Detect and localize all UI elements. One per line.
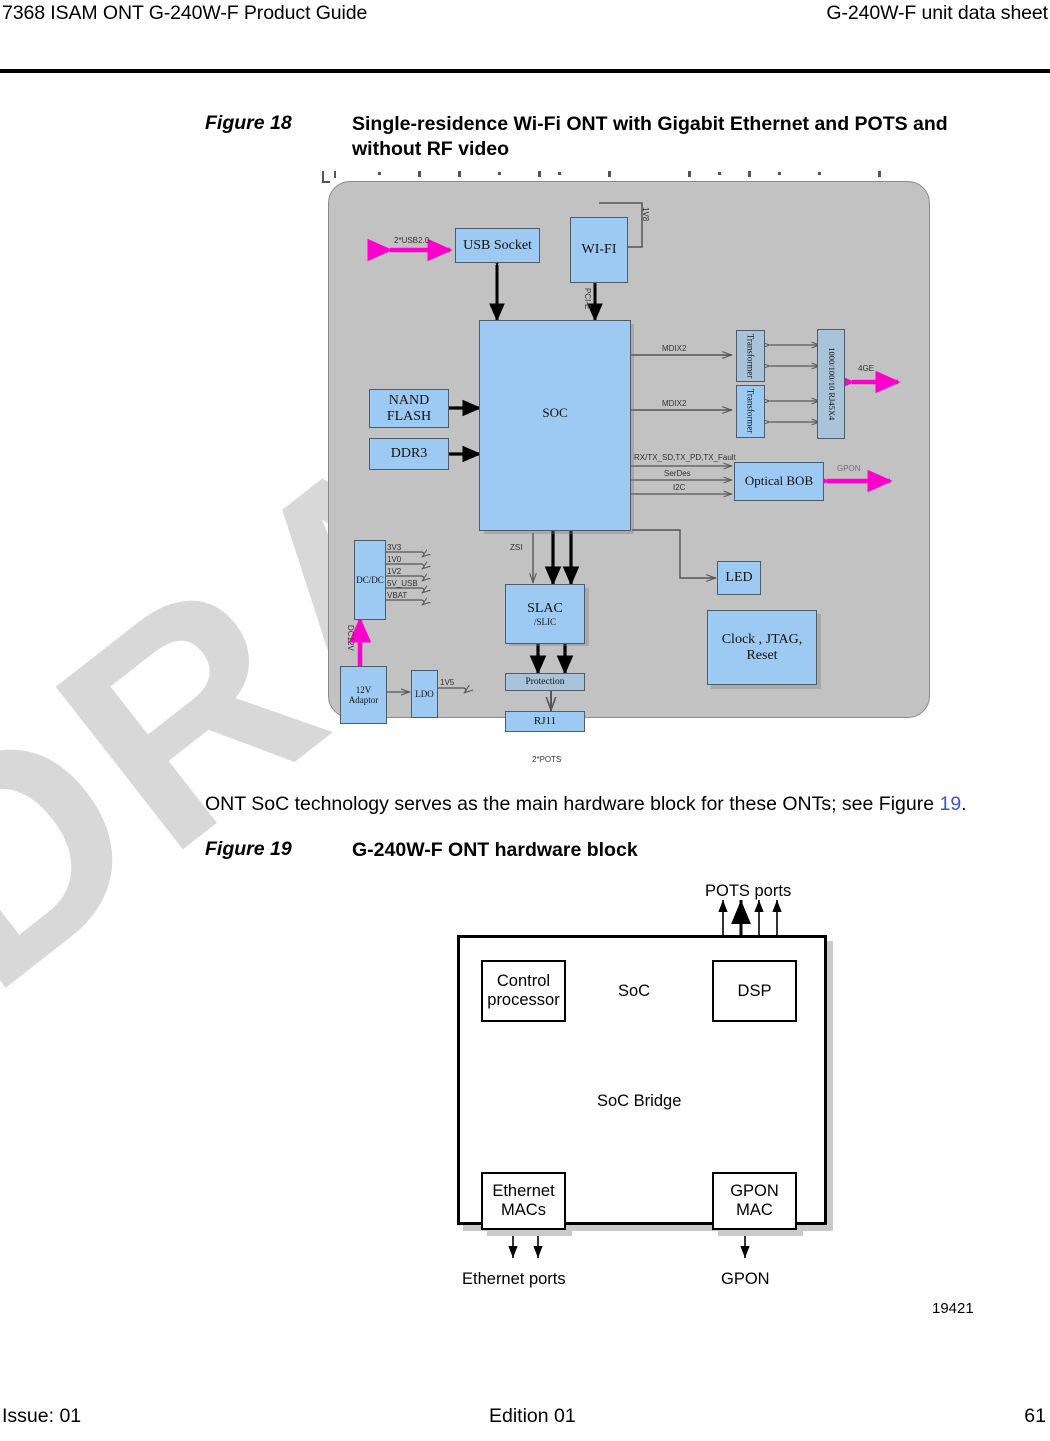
figure-19-diagram: Control processor SoC DSP SoC Bridge Eth… — [440, 882, 860, 1300]
footer-page-number: 61 — [1024, 1405, 1046, 1427]
label-zsi: ZSI — [510, 543, 523, 552]
block-optical-bob-label: Optical BOB — [744, 473, 814, 489]
block-dsp-label: DSP — [737, 981, 772, 1000]
figure-19-caption: Figure 19 G-240W-F ONT hardware block — [205, 838, 905, 863]
block-control-processor: Control processor — [481, 960, 566, 1022]
figure-19-graphic-number: 19421 — [932, 1300, 974, 1317]
label-rail-1v2: 1V2 — [387, 567, 402, 576]
figure-19-cross-reference[interactable]: 19 — [939, 793, 961, 815]
clipped-text-remnant — [322, 171, 881, 183]
figure-19-title: G-240W-F ONT hardware block — [352, 839, 638, 861]
block-wifi-label: WI-FI — [581, 242, 617, 258]
block-dc-dc: DC/DC — [354, 540, 386, 620]
block-transformer-2-label: Transformer — [745, 389, 756, 434]
block-protection: Protection — [505, 673, 585, 691]
block-rj45-ports: 1000/100/10 RJ45X4 — [817, 329, 845, 439]
block-gpon-mac-label-2: MAC — [736, 1201, 773, 1219]
block-transformer-1: Transformer — [736, 330, 765, 382]
soc-bridge-label: SoC Bridge — [597, 1092, 682, 1110]
label-4ge: 4GE — [858, 364, 875, 373]
label-rail-3v3: 3V3 — [387, 543, 402, 552]
block-led: LED — [717, 561, 761, 595]
block-soc-label: SOC — [542, 405, 568, 421]
block-rj11-label: RJ11 — [533, 715, 557, 728]
block-wifi: WI-FI — [570, 217, 628, 283]
header-document-title: 7368 ISAM ONT G-240W-F Product Guide — [2, 2, 368, 24]
label-i2c: I2C — [673, 483, 686, 492]
block-usb-socket: USB Socket — [455, 228, 540, 263]
label-rail-1v0: 1V0 — [387, 555, 402, 564]
figure-18-label: Figure 18 — [205, 112, 292, 134]
block-gpon-mac-label-1: GPON — [730, 1182, 779, 1201]
block-nand-flash-label-1: NAND — [388, 392, 430, 408]
block-optical-bob: Optical BOB — [734, 462, 824, 501]
label-wifi-power: 1V8 — [641, 207, 650, 222]
label-optical-signals: RX/TX_SD,TX_PD,TX_Fault — [634, 453, 736, 462]
figure-19-label: Figure 19 — [205, 838, 292, 860]
label-mdix2-bottom: MDIX2 — [662, 399, 687, 408]
block-slac-slic: SLAC /SLIC — [505, 584, 585, 644]
label-rail-vbat: VBAT — [387, 591, 408, 600]
block-slic-label: /SLIC — [533, 616, 556, 627]
header-rule — [0, 69, 1050, 73]
block-clock-jtag-reset: Clock , JTAG, Reset — [707, 610, 817, 685]
page-header: 7368 ISAM ONT G-240W-F Product Guide G-2… — [0, 0, 1050, 73]
block-ldo-label: LDO — [415, 688, 434, 699]
label-rail-5v-usb: 5V_USB — [387, 579, 418, 588]
block-usb-socket-label: USB Socket — [463, 237, 532, 253]
label-ldo-output: 1V5 — [440, 678, 455, 687]
block-12v-adaptor: 12V Adaptor — [340, 666, 387, 724]
block-slac-label: SLAC — [527, 601, 563, 617]
label-pcie: PCI-E — [583, 288, 592, 310]
block-ethernet-macs-label-2: MACs — [501, 1201, 546, 1219]
label-pots-ports: POTS ports — [705, 882, 792, 900]
figure-18-caption: Figure 18 Single-residence Wi-Fi ONT wit… — [205, 112, 1035, 162]
block-protection-label: Protection — [525, 676, 565, 687]
label-gpon: GPON — [837, 464, 861, 473]
block-ddr3-label: DDR3 — [390, 446, 428, 462]
block-ethernet-macs: Ethernet MACs — [481, 1172, 566, 1230]
block-transformer-2: Transformer — [736, 385, 765, 438]
block-soc: SOC — [479, 320, 631, 531]
block-nand-flash-label-2: FLASH — [386, 408, 432, 424]
block-gpon-mac: GPON MAC — [712, 1172, 797, 1230]
body-text-part-1: ONT SoC technology serves as the main ha… — [205, 792, 940, 815]
block-rj45-ports-label: 1000/100/10 RJ45X4 — [826, 347, 837, 421]
footer-issue: Issue: 01 — [2, 1405, 82, 1427]
block-led-label: LED — [725, 570, 753, 586]
figure-18-diagram: USB Socket WI-FI SOC NAND FLASH DDR3 Tra… — [312, 170, 952, 764]
label-pots: 2*POTS — [532, 755, 562, 764]
body-text-part-2: . — [961, 792, 967, 815]
block-control-processor-label-2: processor — [487, 991, 560, 1009]
label-usb-interface: 2*USB2.0 — [394, 236, 430, 245]
block-dsp: DSP — [712, 960, 797, 1022]
block-12v-adaptor-label-2: Adaptor — [348, 695, 379, 705]
block-12v-adaptor-label-1: 12V — [355, 684, 372, 695]
body-paragraph: ONT SoC technology serves as the main ha… — [205, 792, 995, 816]
page-footer: Issue: 01 Edition 01 61 — [0, 1405, 1050, 1435]
label-ethernet-ports: Ethernet ports — [462, 1270, 566, 1288]
header-section-title: G-240W-F unit data sheet — [826, 2, 1048, 24]
label-dc12v: DC12V — [346, 625, 355, 651]
block-transformer-1-label: Transformer — [745, 333, 756, 379]
block-ldo: LDO — [411, 670, 438, 718]
block-nand-flash: NAND FLASH — [369, 389, 449, 428]
footer-edition: Edition 01 — [489, 1405, 576, 1427]
figure-18-title: Single-residence Wi-Fi ONT with Gigabit … — [352, 113, 948, 160]
block-dc-dc-label: DC/DC — [356, 574, 384, 585]
block-control-processor-label-1: Control — [496, 972, 551, 991]
label-mdix2-top: MDIX2 — [662, 344, 687, 353]
block-clock-jtag-reset-label: Clock , JTAG, Reset — [721, 631, 803, 663]
block-rj11: RJ11 — [505, 711, 585, 732]
label-gpon-port: GPON — [721, 1270, 770, 1288]
block-ddr3: DDR3 — [369, 438, 449, 470]
block-ethernet-macs-label-1: Ethernet — [492, 1182, 555, 1201]
label-serdes: SerDes — [664, 469, 691, 478]
soc-area-label: SoC — [618, 982, 651, 1000]
